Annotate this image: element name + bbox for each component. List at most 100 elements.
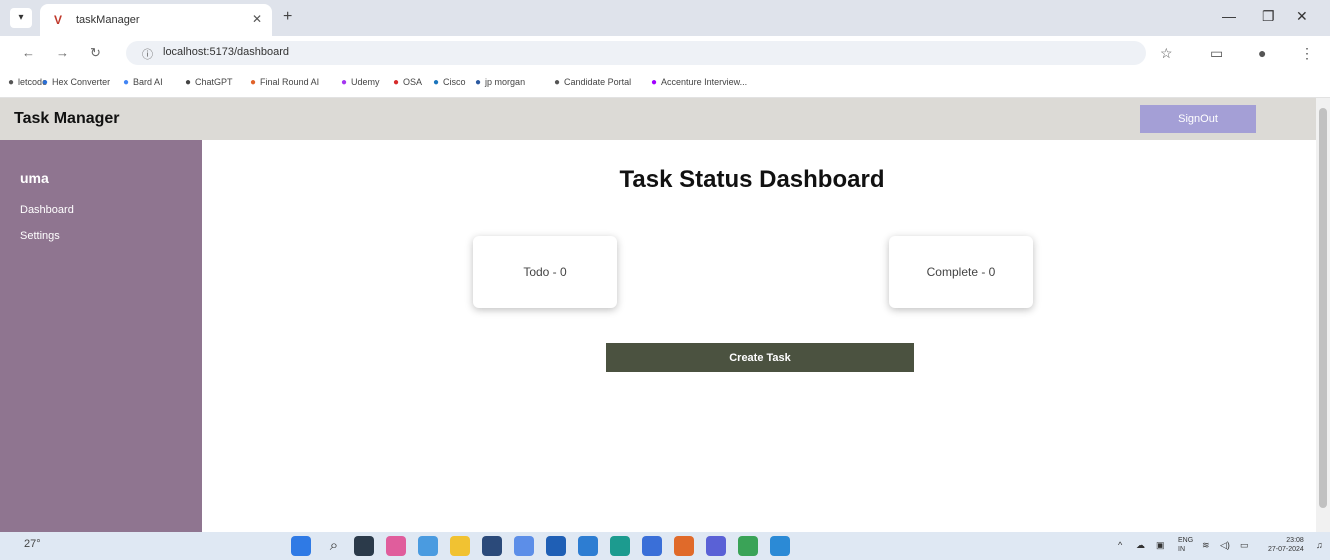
tab-bar: ▾ V taskManager ✕ + — ❐ ✕ xyxy=(0,0,1330,36)
clock-date: 27-07-2024 xyxy=(1268,546,1304,553)
volume-icon[interactable]: ◁) xyxy=(1220,540,1230,551)
bookmark-jpmorgan[interactable]: ● jp morgan xyxy=(475,77,525,88)
battery-icon[interactable]: ▭ xyxy=(1240,540,1249,551)
wifi-icon[interactable]: ≋ xyxy=(1202,540,1210,551)
app-icon-2[interactable] xyxy=(578,536,598,556)
bookmark-label: Accenture Interview... xyxy=(661,77,748,87)
bookmark-label: Hex Converter xyxy=(52,77,111,87)
side-panel-icon[interactable]: ▭ xyxy=(1210,45,1223,62)
sidebar: uma Dashboard Settings xyxy=(0,140,202,532)
store-icon[interactable] xyxy=(482,536,502,556)
vscode-icon[interactable] xyxy=(770,536,790,556)
weather-widget[interactable]: 27° xyxy=(24,538,41,550)
language-indicator[interactable]: ENG IN xyxy=(1178,536,1193,554)
clock[interactable]: 23:08 27-07-2024 xyxy=(1268,536,1304,554)
restore-icon[interactable]: ❐ xyxy=(1262,8,1275,25)
hex-converter-icon: ● xyxy=(42,77,49,88)
app-icon-4[interactable] xyxy=(642,536,662,556)
site-info-icon[interactable]: ⓘ xyxy=(142,46,153,62)
start-icon[interactable] xyxy=(291,536,311,556)
new-tab-icon[interactable]: + xyxy=(283,8,292,26)
edge-icon[interactable] xyxy=(514,536,534,556)
bookmark-hex-converter[interactable]: ● Hex Converter xyxy=(42,77,110,88)
candidate-portal-icon: ● xyxy=(554,77,561,88)
navigation-bar: ← → ↻ ⓘ localhost:5173/dashboard ☆ ▭ ● ⋮ xyxy=(0,36,1330,70)
clock-time: 23:08 xyxy=(1286,537,1304,544)
bookmark-label: jp morgan xyxy=(485,77,526,87)
bookmark-label: Final Round AI xyxy=(260,77,320,87)
app-title: Task Manager xyxy=(14,110,120,127)
tray-app-icon[interactable]: ▣ xyxy=(1156,540,1165,551)
letcode-icon: ● xyxy=(8,77,15,88)
notification-bell-icon[interactable]: ♫ xyxy=(1316,540,1323,550)
back-icon[interactable]: ← xyxy=(22,45,35,60)
widgets-icon[interactable] xyxy=(418,536,438,556)
onedrive-icon[interactable]: ☁ xyxy=(1136,540,1145,551)
tab-list-button[interactable]: ▾ xyxy=(10,8,32,28)
cisco-icon: ● xyxy=(433,77,440,88)
create-task-button[interactable]: Create Task xyxy=(606,343,914,372)
vite-favicon-icon: V xyxy=(54,13,63,27)
bookmark-label: Udemy xyxy=(351,77,380,87)
task-manager-app: Task Manager SignOut uma Dashboard Setti… xyxy=(0,98,1316,532)
task-view-icon[interactable] xyxy=(354,536,374,556)
bookmark-osa[interactable]: ● OSA xyxy=(393,77,422,88)
close-tab-icon[interactable]: ✕ xyxy=(252,12,262,26)
browser-window: ▾ V taskManager ✕ + — ❐ ✕ ← → ↻ ⓘ localh… xyxy=(0,0,1330,560)
user-name: uma xyxy=(20,170,49,186)
bard-icon: ● xyxy=(123,77,130,88)
bookmarks-bar: ● letcode ● Hex Converter ● Bard AI ● ChatGPT ● F… xyxy=(0,70,1330,98)
file-explorer-icon[interactable] xyxy=(450,536,470,556)
udemy-icon: ● xyxy=(341,77,348,88)
bookmark-cisco[interactable]: ● Cisco xyxy=(433,77,466,88)
bookmark-candidate-portal[interactable]: ● Candidate Portal xyxy=(554,77,631,88)
osa-icon: ● xyxy=(393,77,400,88)
bookmark-label: OSA xyxy=(403,77,423,87)
sidebar-item-dashboard[interactable]: Dashboard xyxy=(20,204,74,216)
bookmark-udemy[interactable]: ● Udemy xyxy=(341,77,380,88)
address-bar[interactable]: ⓘ localhost:5173/dashboard xyxy=(126,41,1146,65)
tab-title: taskManager xyxy=(76,14,140,26)
browser-menu-icon[interactable]: ⋮ xyxy=(1300,45,1314,62)
url-text[interactable]: localhost:5173/dashboard xyxy=(163,46,289,58)
forward-icon[interactable]: → xyxy=(56,45,69,60)
scrollbar-thumb[interactable] xyxy=(1319,108,1327,508)
copilot-icon[interactable] xyxy=(386,536,406,556)
final-round-icon: ● xyxy=(250,77,257,88)
signout-button[interactable]: SignOut xyxy=(1140,105,1256,133)
todo-count-card: Todo - 0 xyxy=(473,236,617,308)
bookmark-bard[interactable]: ● Bard AI xyxy=(123,77,163,88)
jpmorgan-icon: ● xyxy=(475,77,482,88)
bookmark-label: Candidate Portal xyxy=(564,77,632,87)
close-window-icon[interactable]: ✕ xyxy=(1296,8,1308,25)
page-title: Task Status Dashboard xyxy=(619,166,885,193)
page-scrollbar[interactable] xyxy=(1316,98,1330,532)
bookmark-label: ChatGPT xyxy=(195,77,233,87)
reload-icon[interactable]: ↻ xyxy=(90,45,101,61)
chrome-icon[interactable] xyxy=(738,536,758,556)
app-header: Task Manager SignOut xyxy=(0,98,1316,140)
search-icon[interactable]: ⌕ xyxy=(324,536,344,556)
app-icon-1[interactable] xyxy=(546,536,566,556)
profile-icon[interactable]: ● xyxy=(1258,45,1266,61)
bookmark-star-icon[interactable]: ☆ xyxy=(1160,45,1173,62)
bookmark-label: Bard AI xyxy=(133,77,163,87)
accenture-icon: ● xyxy=(651,77,658,88)
bookmark-final-round[interactable]: ● Final Round AI xyxy=(250,77,319,88)
windows-taskbar: 27° ⌕ ^ ☁ ▣ ENG IN ≋ ◁) ▭ 23:08 27-07-20… xyxy=(0,532,1330,560)
todo-count-label: Todo - 0 xyxy=(523,265,567,279)
minimize-icon[interactable]: — xyxy=(1222,8,1236,24)
bookmark-label: Cisco xyxy=(443,77,466,87)
complete-count-label: Complete - 0 xyxy=(926,265,996,279)
browser-tab[interactable]: V taskManager ✕ xyxy=(40,4,272,36)
complete-count-card: Complete - 0 xyxy=(889,236,1033,308)
bookmark-chatgpt[interactable]: ● ChatGPT xyxy=(185,77,233,88)
sidebar-item-settings[interactable]: Settings xyxy=(20,230,60,242)
chatgpt-icon: ● xyxy=(185,77,192,88)
brave-icon[interactable] xyxy=(674,536,694,556)
bookmark-accenture[interactable]: ● Accenture Interview... xyxy=(651,77,747,88)
main-content: Task Status Dashboard Todo - 0 Complete … xyxy=(202,140,1302,532)
app-icon-3[interactable] xyxy=(610,536,630,556)
teams-icon[interactable] xyxy=(706,536,726,556)
tray-overflow-icon[interactable]: ^ xyxy=(1118,540,1122,550)
